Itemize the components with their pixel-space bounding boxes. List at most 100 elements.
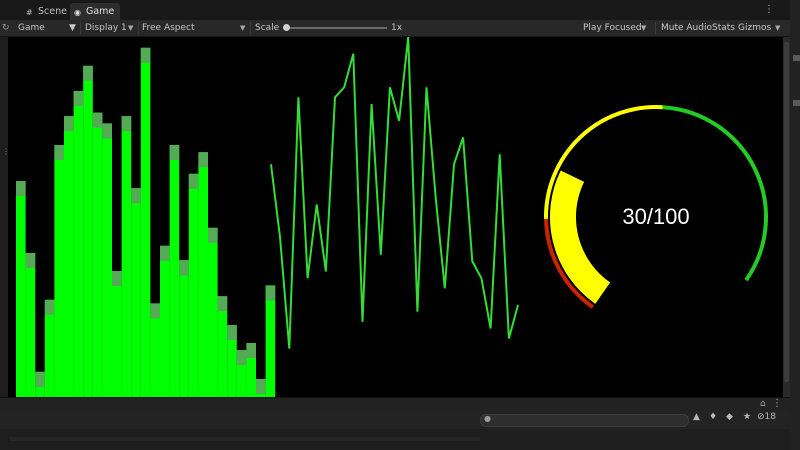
bar-cap [150,303,160,319]
tab-game[interactable]: ◉ Game [70,3,121,20]
divider [10,437,480,441]
bar-cap [217,296,228,312]
divider [655,22,656,34]
bar-cap [83,65,93,81]
tab-scene[interactable]: # Scene [22,3,73,20]
bar-cap [112,271,122,286]
tab-menu-icon[interactable]: ⋮ [764,4,774,15]
search-icon: ● [484,414,491,423]
bar-cap [227,325,237,340]
bar [121,116,132,397]
bar-cap [188,173,199,189]
bar-cap [92,112,103,128]
game-render: 30/100 [16,37,768,397]
bar-cap [256,379,266,394]
group-icon[interactable]: ♦ [709,412,717,422]
scrollbar-thumb[interactable] [784,42,789,382]
bar [64,116,74,397]
audio-icon[interactable]: ↻ [2,21,10,35]
divider [250,22,251,34]
bar [112,271,122,397]
bar-cap [25,253,36,268]
bar-cap [246,343,256,358]
chevron-down-icon: ▼ [240,24,246,32]
play-mode-dropdown[interactable]: Play Focused [583,21,642,35]
bar-cap [160,245,170,261]
chevron-down-icon: ▼ [128,24,134,32]
chevron-down-icon[interactable]: ▼ [775,21,780,35]
bar [169,145,180,397]
gauge-value-fill [550,170,611,304]
left-gutter: ⋮ [0,37,10,397]
bottom-bar [0,429,790,450]
gamepad-icon: ◉ [74,8,81,17]
bar [73,91,84,397]
bar-cap [236,350,247,366]
bar-cap [73,91,84,106]
bar [102,123,112,397]
scale-value: 1x [391,23,403,33]
chevron-down-icon: ▼ [69,23,76,33]
bar-cap [140,47,151,63]
play-mode-label: Play Focused [583,23,642,33]
tag-icon[interactable]: ◆ [726,412,733,422]
bar [54,145,64,397]
game-toolbar: ↻ Game ▼ Display 1 ▼ Free Aspect ▼ Scale… [0,20,790,37]
mute-audio-toggle[interactable]: Mute Audio [661,21,712,35]
more-icon[interactable]: ⋮ [772,398,782,409]
eye-off-icon[interactable]: ⊘18 [757,412,776,422]
editor-tab-bar: # Scene ◉ Game ⋮ [0,0,790,21]
bar [131,188,141,397]
bar-cap [102,123,112,139]
display-dropdown[interactable]: Display 1 [85,21,127,35]
bar [188,173,199,397]
scale-label: Scale [255,23,280,33]
bar-cap [35,371,45,387]
aspect-label: Free Aspect [142,23,195,33]
console-search-input[interactable]: ● [480,414,689,427]
tab-game-label: Game [86,6,115,17]
bar [198,152,208,397]
bar [140,47,151,397]
bar-cap [169,145,180,160]
bar [160,245,170,397]
star-icon[interactable]: ★ [743,412,751,422]
line-chart-series [270,37,519,349]
tab-scene-label: Scene [38,6,67,17]
bar-chart [16,47,276,397]
bar [179,260,189,397]
hash-icon: # [26,8,33,17]
lock-icon[interactable]: ⌂ [760,399,766,409]
console-header: ⌂ ⋮ [0,397,790,412]
bar-cap [179,260,189,276]
bar-cap [16,181,26,196]
divider [80,22,81,34]
bar-cap [131,188,141,204]
chevron-down-icon: ▼ [641,24,647,32]
gauge-value-label: 30/100 [622,204,689,229]
warning-filter-icon[interactable]: ▲ [693,412,700,422]
inspector-panel-edge [790,0,800,450]
bar-cap [198,152,208,168]
bar-cap [121,116,132,132]
aspect-dropdown[interactable]: Free Aspect [142,21,195,35]
game-viewport[interactable]: 30/100 [8,37,783,397]
display-label: Display 1 [85,23,127,33]
scale-slider-handle[interactable] [283,24,290,31]
bar-cap [54,145,64,160]
bar-cap [44,299,55,315]
stats-toggle[interactable]: Stats [712,21,735,35]
gizmos-toggle[interactable]: Gizmos [738,21,771,35]
bar [265,285,276,397]
bar [83,65,93,397]
bar [92,112,103,397]
scale-slider-track[interactable] [287,27,387,29]
display-mode-label: Game [18,23,45,33]
bar-cap [208,227,218,243]
viewport-scrollbar[interactable] [783,37,790,397]
divider [138,22,139,34]
hidden-count: 18 [764,412,776,422]
bar [208,227,218,397]
display-mode-dropdown[interactable]: Game [18,21,45,35]
bar [217,296,228,397]
